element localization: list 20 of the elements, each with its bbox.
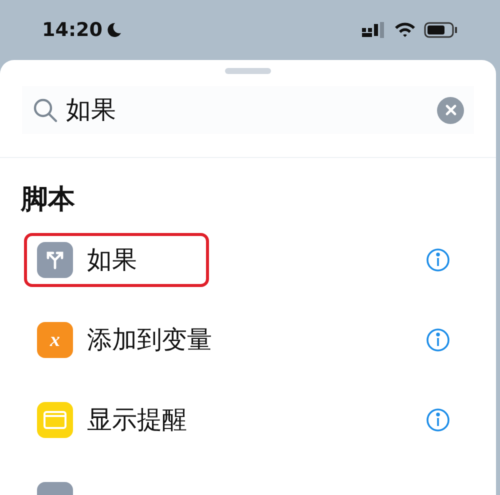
action-item[interactable]: 显示提醒: [24, 393, 190, 447]
action-item[interactable]: x 添加到变量: [24, 313, 215, 367]
moon-icon: [106, 22, 122, 38]
section-title: 脚本: [21, 186, 76, 213]
variable-icon: x: [37, 322, 73, 358]
drag-handle[interactable]: [225, 68, 271, 74]
search-icon: [32, 97, 58, 123]
info-icon[interactable]: [426, 248, 450, 272]
info-icon[interactable]: [426, 408, 450, 432]
alert-window-icon: [37, 402, 73, 438]
action-item[interactable]: 如果: [24, 233, 209, 287]
signal-icon: [362, 22, 386, 38]
search-field[interactable]: 如果: [22, 86, 474, 134]
status-time: 14:20: [42, 18, 102, 43]
clear-button[interactable]: [437, 96, 464, 124]
wifi-icon: [394, 22, 416, 38]
close-icon: [444, 104, 456, 116]
branch-icon: [37, 242, 73, 278]
battery-icon: [424, 22, 458, 38]
info-icon[interactable]: [426, 328, 450, 352]
